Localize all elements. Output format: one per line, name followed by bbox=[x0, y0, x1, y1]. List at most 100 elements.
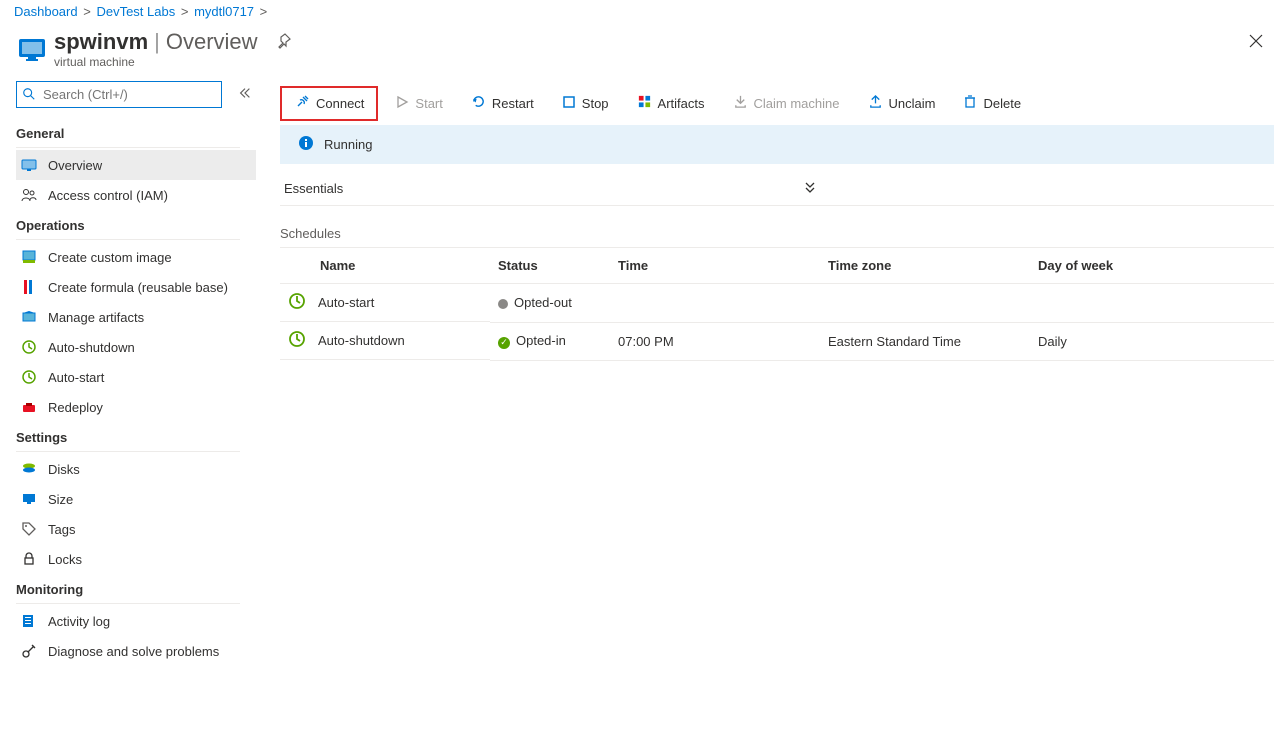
sidebar-item-label: Redeploy bbox=[48, 400, 103, 415]
close-button[interactable] bbox=[1244, 29, 1268, 56]
col-tz[interactable]: Time zone bbox=[820, 248, 1030, 284]
sidebar-item-overview[interactable]: Overview bbox=[16, 150, 256, 180]
sidebar-item-create-custom-image[interactable]: Create custom image bbox=[16, 242, 256, 272]
sidebar-item-auto-start[interactable]: Auto-start bbox=[16, 362, 256, 392]
page-title: spwinvm bbox=[54, 29, 148, 55]
dow-cell: Daily bbox=[1030, 322, 1274, 360]
sidebar-item-manage-artifacts[interactable]: Manage artifacts bbox=[16, 302, 256, 332]
time-cell: 07:00 PM bbox=[610, 322, 820, 360]
redeploy-icon bbox=[20, 398, 38, 416]
play-icon bbox=[395, 95, 409, 112]
stop-button[interactable]: Stop bbox=[551, 90, 620, 117]
table-row[interactable]: Auto-shutdown ✓Opted-in 07:00 PM Eastern… bbox=[280, 322, 1274, 360]
status-text: Opted-out bbox=[514, 295, 572, 310]
sidebar-group-title: Operations bbox=[16, 210, 258, 237]
artifacts-button[interactable]: Artifacts bbox=[626, 89, 716, 117]
button-label: Artifacts bbox=[658, 96, 705, 111]
sidebar-item-create-formula[interactable]: Create formula (reusable base) bbox=[16, 272, 256, 302]
schedules-table: Name Status Time Time zone Day of week A… bbox=[280, 247, 1274, 361]
button-label: Delete bbox=[983, 96, 1021, 111]
sidebar-group-title: General bbox=[16, 118, 258, 145]
sidebar-item-locks[interactable]: Locks bbox=[16, 544, 256, 574]
breadcrumb-sep: > bbox=[179, 4, 191, 19]
connect-icon bbox=[294, 94, 310, 113]
diagnose-icon bbox=[20, 642, 38, 660]
restart-button[interactable]: Restart bbox=[460, 89, 545, 117]
status-text: Running bbox=[324, 137, 372, 152]
sidebar: General Overview Access control (IAM) Op… bbox=[0, 81, 258, 666]
sidebar-item-label: Manage artifacts bbox=[48, 310, 144, 325]
schedule-name: Auto-start bbox=[318, 295, 374, 310]
search-input[interactable] bbox=[16, 81, 222, 108]
search-icon bbox=[22, 87, 36, 104]
breadcrumb-sep: > bbox=[81, 4, 93, 19]
sidebar-item-label: Activity log bbox=[48, 614, 110, 629]
col-name[interactable]: Name bbox=[280, 248, 490, 284]
start-button: Start bbox=[384, 90, 453, 117]
schedule-name: Auto-shutdown bbox=[318, 333, 405, 348]
chevron-down-double-icon bbox=[803, 180, 817, 197]
claim-icon bbox=[733, 94, 748, 112]
sidebar-item-activity-log[interactable]: Activity log bbox=[16, 606, 256, 636]
unclaim-icon bbox=[868, 94, 883, 112]
sidebar-group-title: Settings bbox=[16, 422, 258, 449]
artifacts-icon bbox=[20, 308, 38, 326]
delete-icon bbox=[963, 95, 977, 112]
artifacts-icon bbox=[637, 94, 652, 112]
col-time[interactable]: Time bbox=[610, 248, 820, 284]
essentials-toggle[interactable]: Essentials bbox=[280, 172, 1274, 206]
time-cell bbox=[610, 284, 820, 323]
button-label: Unclaim bbox=[889, 96, 936, 111]
unclaim-button[interactable]: Unclaim bbox=[857, 89, 947, 117]
essentials-label: Essentials bbox=[284, 181, 343, 196]
sidebar-item-label: Diagnose and solve problems bbox=[48, 644, 219, 659]
breadcrumb-sep: > bbox=[258, 4, 270, 19]
sidebar-item-tags[interactable]: Tags bbox=[16, 514, 256, 544]
button-label: Start bbox=[415, 96, 442, 111]
sidebar-item-disks[interactable]: Disks bbox=[16, 454, 256, 484]
overview-icon bbox=[20, 156, 38, 174]
sidebar-item-size[interactable]: Size bbox=[16, 484, 256, 514]
sidebar-item-label: Locks bbox=[48, 552, 82, 567]
col-status[interactable]: Status bbox=[490, 248, 610, 284]
pin-icon[interactable] bbox=[276, 33, 292, 52]
button-label: Restart bbox=[492, 96, 534, 111]
lock-icon bbox=[20, 550, 38, 568]
collapse-sidebar-icon[interactable] bbox=[238, 86, 252, 103]
formula-icon bbox=[20, 278, 38, 296]
table-row[interactable]: Auto-start Opted-out bbox=[280, 284, 1274, 323]
breadcrumb-item[interactable]: mydtl0717 bbox=[194, 4, 254, 19]
sidebar-item-diagnose[interactable]: Diagnose and solve problems bbox=[16, 636, 256, 666]
clock-icon bbox=[288, 292, 306, 313]
status-bar: Running bbox=[280, 125, 1274, 164]
claim-machine-button: Claim machine bbox=[722, 89, 851, 117]
tz-cell bbox=[820, 284, 1030, 323]
status-dot-grey bbox=[498, 299, 508, 309]
connect-button[interactable]: Connect bbox=[280, 86, 378, 121]
sidebar-item-label: Disks bbox=[48, 462, 80, 477]
button-label: Claim machine bbox=[754, 96, 840, 111]
stop-icon bbox=[562, 95, 576, 112]
image-icon bbox=[20, 248, 38, 266]
sidebar-item-label: Auto-shutdown bbox=[48, 340, 135, 355]
sidebar-item-auto-shutdown[interactable]: Auto-shutdown bbox=[16, 332, 256, 362]
vm-resource-icon bbox=[18, 35, 46, 63]
schedules-title: Schedules bbox=[280, 226, 1274, 241]
sidebar-item-label: Access control (IAM) bbox=[48, 188, 168, 203]
sidebar-item-access-control[interactable]: Access control (IAM) bbox=[16, 180, 256, 210]
col-dow[interactable]: Day of week bbox=[1030, 248, 1274, 284]
dow-cell bbox=[1030, 284, 1274, 323]
button-label: Stop bbox=[582, 96, 609, 111]
people-icon bbox=[20, 186, 38, 204]
sidebar-item-label: Auto-start bbox=[48, 370, 104, 385]
clock-icon bbox=[288, 330, 306, 351]
breadcrumb-item[interactable]: DevTest Labs bbox=[96, 4, 175, 19]
tz-cell: Eastern Standard Time bbox=[820, 322, 1030, 360]
sidebar-item-redeploy[interactable]: Redeploy bbox=[16, 392, 256, 422]
delete-button[interactable]: Delete bbox=[952, 90, 1032, 117]
sidebar-group-title: Monitoring bbox=[16, 574, 258, 601]
button-label: Connect bbox=[316, 96, 364, 111]
breadcrumb-item[interactable]: Dashboard bbox=[14, 4, 78, 19]
resource-type-label: virtual machine bbox=[54, 55, 292, 69]
tags-icon bbox=[20, 520, 38, 538]
